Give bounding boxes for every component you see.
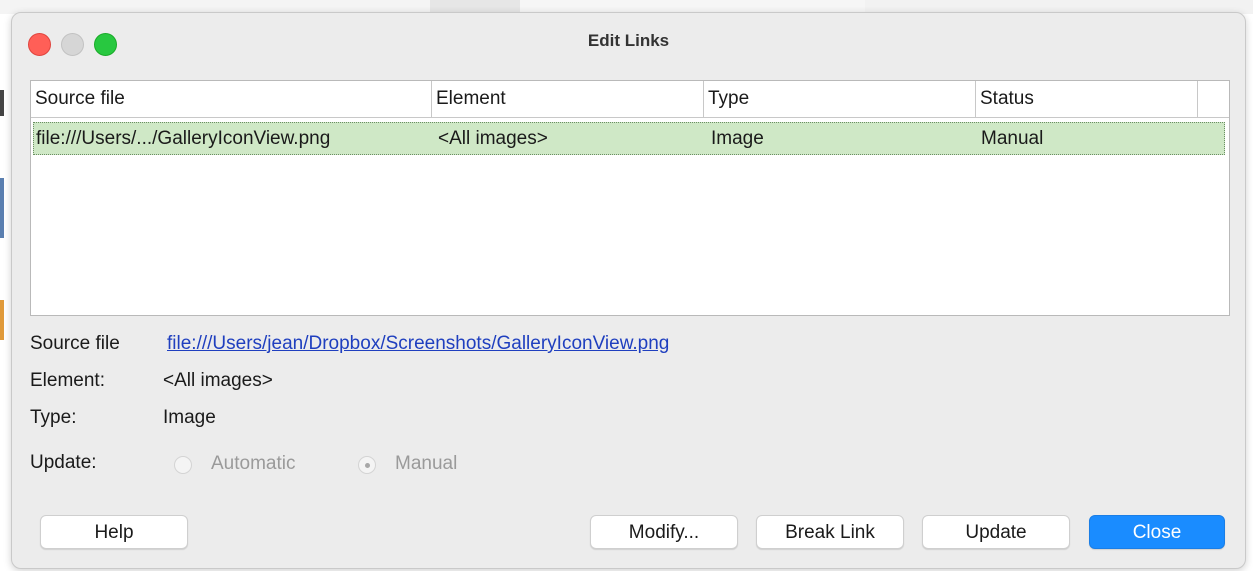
- manual-radio[interactable]: [358, 456, 376, 474]
- update-label: Update:: [30, 452, 97, 473]
- title-bar: Edit Links: [12, 13, 1245, 65]
- help-button[interactable]: Help: [40, 515, 188, 549]
- edit-links-dialog: Edit Links Source file Element Type Stat…: [11, 12, 1246, 569]
- cell-source-file: file:///Users/.../GalleryIconView.png: [36, 128, 331, 149]
- column-header-type[interactable]: Type: [704, 81, 976, 117]
- modify-button[interactable]: Modify...: [590, 515, 738, 549]
- background-edge-marker: [0, 178, 4, 238]
- table-header: Source file Element Type Status: [31, 81, 1229, 118]
- column-header-status[interactable]: Status: [976, 81, 1198, 117]
- cell-type: Image: [711, 128, 764, 149]
- update-button[interactable]: Update: [922, 515, 1070, 549]
- links-table[interactable]: Source file Element Type Status file:///…: [30, 80, 1230, 316]
- type-value: Image: [163, 407, 216, 428]
- manual-radio-label: Manual: [395, 453, 458, 474]
- update-automatic-option[interactable]: Automatic: [174, 453, 334, 477]
- update-manual-option[interactable]: Manual: [358, 453, 498, 477]
- background-edge-marker: [0, 90, 4, 116]
- table-row[interactable]: file:///Users/.../GalleryIconView.png <A…: [33, 122, 1225, 155]
- background-edge-marker: [0, 300, 4, 340]
- cell-element: <All images>: [438, 128, 548, 149]
- radio-selected-dot: [365, 463, 370, 468]
- type-label: Type:: [30, 407, 77, 428]
- dialog-title: Edit Links: [587, 31, 670, 50]
- automatic-radio[interactable]: [174, 456, 192, 474]
- source-file-label: Source file: [30, 333, 120, 354]
- break-link-button[interactable]: Break Link: [756, 515, 904, 549]
- element-value: <All images>: [163, 370, 273, 391]
- column-header-element[interactable]: Element: [432, 81, 704, 117]
- automatic-radio-label: Automatic: [211, 453, 296, 474]
- source-file-link[interactable]: file:///Users/jean/Dropbox/Screenshots/G…: [167, 333, 669, 355]
- column-header-source-file[interactable]: Source file: [31, 81, 432, 117]
- cell-status: Manual: [981, 128, 1044, 149]
- close-button[interactable]: Close: [1089, 515, 1225, 549]
- element-label: Element:: [30, 370, 105, 391]
